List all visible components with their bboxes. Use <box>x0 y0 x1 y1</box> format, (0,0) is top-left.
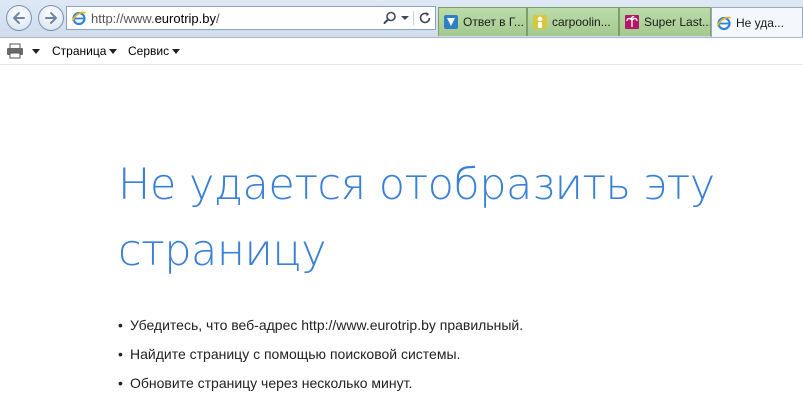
refresh-icon[interactable] <box>418 11 432 25</box>
chevron-down-icon <box>109 48 118 54</box>
tab-super-last[interactable]: Super Last... <box>619 7 711 36</box>
tab-title: Super Last... <box>644 15 710 29</box>
suggestions-list: Убедитесь, что веб-адрес http://www.euro… <box>118 314 523 401</box>
address-url[interactable]: http://www.eurotrip.by/ <box>91 11 220 26</box>
tools-menu-label: Сервис <box>128 44 170 58</box>
suggestion-search: Найдите страницу с помощью поисковой сис… <box>118 343 523 372</box>
url-scheme: http://www. <box>91 11 155 26</box>
tab-strip: Ответ в Г... carpoolin... Super Last... <box>438 7 803 37</box>
suggestion-check-address: Убедитесь, что веб-адрес http://www.euro… <box>118 314 523 343</box>
ie-icon <box>71 11 86 26</box>
error-title: Не удается отобразить эту страницу <box>118 160 715 276</box>
printer-icon <box>7 43 23 59</box>
suggestion-refresh: Обновите страницу через несколько минут. <box>118 372 523 401</box>
navigation-bar: http://www.eurotrip.by/ Ответ в Г... car… <box>0 0 803 38</box>
palm-icon <box>625 15 639 29</box>
tab-answer[interactable]: Ответ в Г... <box>438 7 527 36</box>
ie-icon <box>716 16 731 30</box>
tab-current[interactable]: Не уда... <box>711 7 803 37</box>
print-button[interactable] <box>6 43 40 59</box>
chevron-down-icon[interactable] <box>401 15 409 21</box>
bookmark-icon <box>444 15 458 29</box>
address-divider <box>413 11 414 25</box>
forward-button[interactable] <box>38 5 64 31</box>
back-button[interactable] <box>6 5 32 31</box>
tab-title: Ответ в Г... <box>463 15 524 29</box>
chevron-down-icon <box>32 48 40 54</box>
command-bar: Страница Сервис <box>0 38 803 65</box>
chevron-down-icon <box>172 48 181 54</box>
address-bar[interactable]: http://www.eurotrip.by/ <box>66 6 436 30</box>
url-host: eurotrip.by <box>154 11 216 26</box>
tab-title: carpoolin... <box>552 15 611 29</box>
tab-carpooling[interactable]: carpoolin... <box>527 7 619 36</box>
browser-window: http://www.eurotrip.by/ Ответ в Г... car… <box>0 0 803 416</box>
url-path: / <box>216 11 220 26</box>
search-icon[interactable] <box>383 11 397 25</box>
tab-title: Не уда... <box>736 15 784 30</box>
address-tools <box>383 10 432 26</box>
person-icon <box>533 15 547 29</box>
page-menu[interactable]: Страница <box>52 43 118 59</box>
page-menu-label: Страница <box>52 44 107 58</box>
arrow-left-icon <box>13 12 25 24</box>
arrow-right-icon <box>45 12 57 24</box>
tools-menu[interactable]: Сервис <box>128 43 181 59</box>
